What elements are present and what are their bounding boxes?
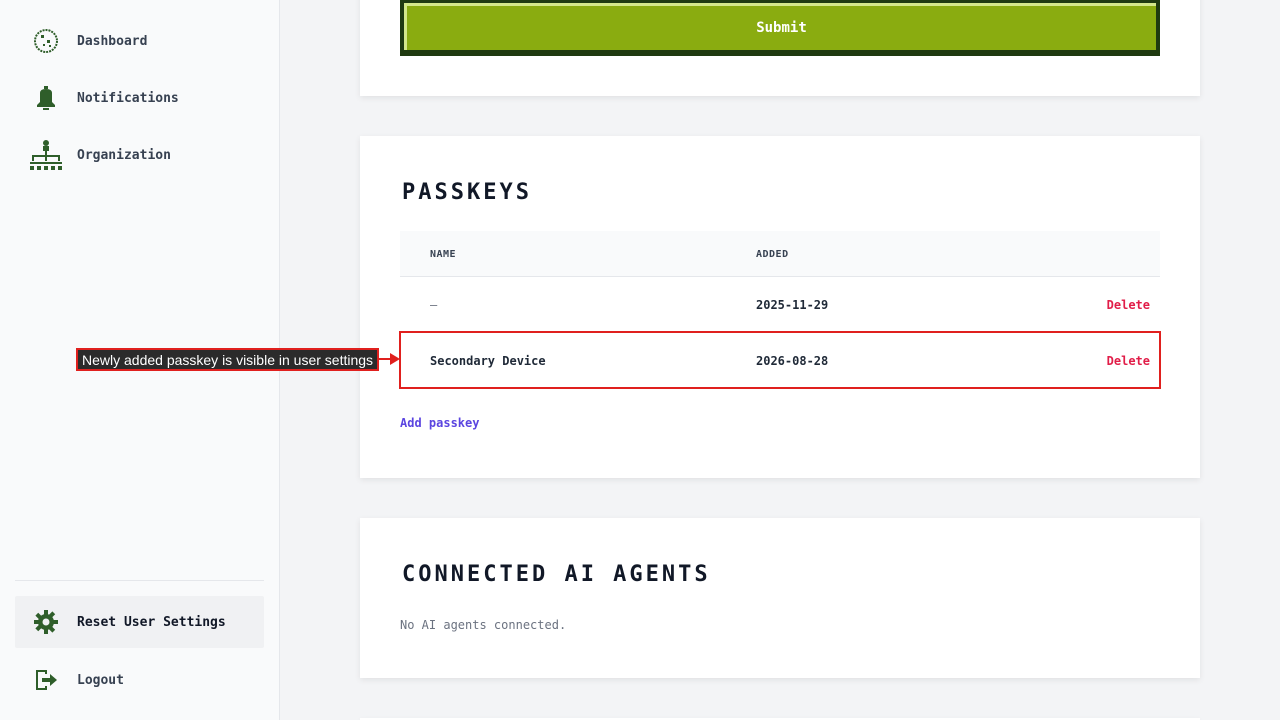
org-chart-icon [15,139,77,171]
column-header-added: ADDED [756,248,789,260]
table-header: NAME ADDED [400,231,1160,277]
passkeys-title: Passkeys [402,180,532,205]
sidebar-item-organization[interactable]: Organization [15,129,264,181]
passkey-name: – [430,298,438,312]
annotation-label: Newly added passkey is visible in user s… [76,348,380,371]
sidebar-item-label: Notifications [77,90,179,106]
sidebar-item-label: Logout [77,672,124,688]
ai-agents-empty-text: No AI agents connected. [400,618,567,632]
ai-agents-title: Connected AI Agents [402,562,711,587]
gear-icon [15,609,77,635]
passkeys-card: Passkeys NAME ADDED – 2025-11-29 Delete … [360,136,1200,478]
sidebar-item-label: Dashboard [77,33,148,49]
sidebar-item-logout[interactable]: Logout [15,654,264,706]
submit-button[interactable]: Submit [404,3,1156,50]
logout-icon [15,667,77,693]
sidebar-item-dashboard[interactable]: Dashboard [15,15,264,67]
annotation-arrow-icon [376,353,400,365]
bell-icon [15,85,77,111]
dashboard-icon [15,28,77,54]
submit-button-frame: Submit [400,0,1160,56]
annotation-highlight-box [399,331,1161,389]
sidebar-item-reset-settings[interactable]: Reset User Settings [15,596,264,648]
table-row: – 2025-11-29 Delete [400,277,1160,333]
profile-form-card: Submit [360,0,1200,96]
sidebar-item-notifications[interactable]: Notifications [15,72,264,124]
sidebar-item-label: Reset User Settings [77,614,226,630]
delete-passkey-button[interactable]: Delete [1107,277,1150,333]
sidebar-item-label: Organization [77,147,171,163]
add-passkey-link[interactable]: Add passkey [400,416,479,430]
passkey-added-date: 2025-11-29 [756,298,829,312]
sidebar-divider [15,580,264,581]
ai-agents-card: Connected AI Agents No AI agents connect… [360,518,1200,678]
column-header-name: NAME [430,248,457,260]
